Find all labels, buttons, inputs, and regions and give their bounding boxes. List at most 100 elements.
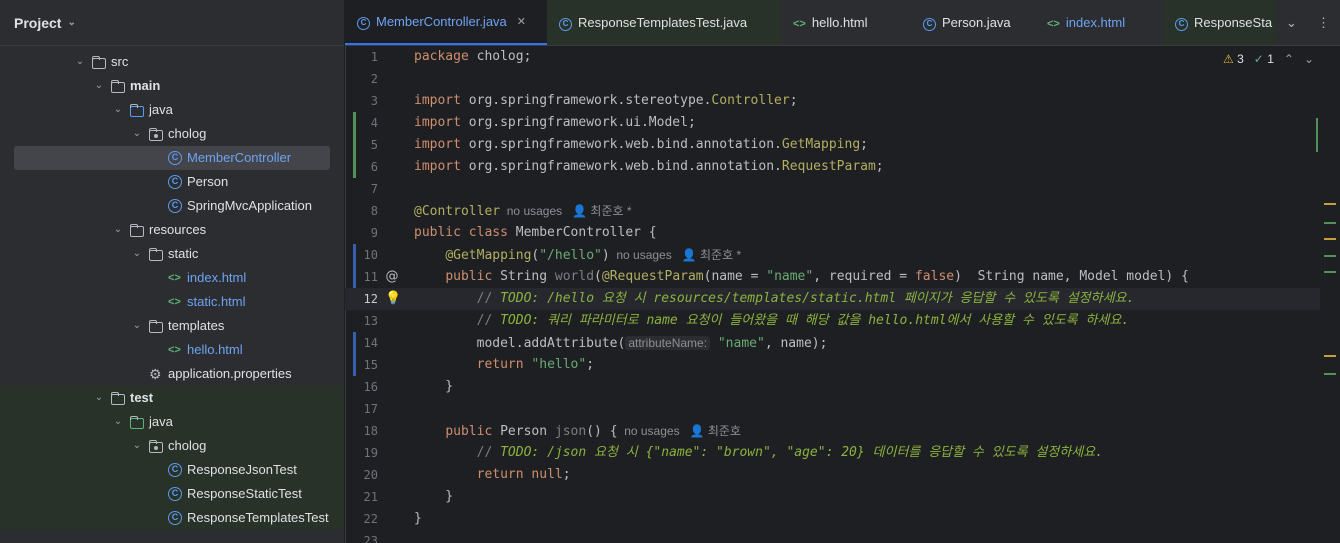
expand-arrow-icon[interactable]: ⌄ xyxy=(131,434,143,458)
expand-arrow-icon[interactable]: ⌄ xyxy=(112,218,124,242)
vcs-change-marker[interactable] xyxy=(353,332,356,354)
code-line[interactable]: 2 xyxy=(345,68,1320,90)
code-token[interactable]: no usages xyxy=(500,204,572,218)
code-line[interactable]: 3 import org.springframework.stereotype.C… xyxy=(345,90,1320,112)
tree-item[interactable]: C ResponseJsonTest xyxy=(0,458,344,482)
code-line[interactable]: 17 xyxy=(345,398,1320,420)
expand-arrow-icon[interactable]: ⌄ xyxy=(112,98,124,122)
more-options-icon[interactable]: ⋮ xyxy=(1317,15,1330,31)
vcs-change-marker[interactable] xyxy=(353,266,356,288)
code-token[interactable]: no usages xyxy=(610,248,682,262)
tree-item[interactable]: <> static.html xyxy=(0,290,344,314)
code-line[interactable]: 4 import org.springframework.ui.Model; xyxy=(345,112,1320,134)
line-number[interactable]: 13 xyxy=(345,310,378,332)
line-number[interactable]: 5 xyxy=(345,134,378,156)
line-number[interactable]: 12 xyxy=(345,288,378,310)
line-number[interactable]: 17 xyxy=(345,398,378,420)
tree-item[interactable]: C Person xyxy=(0,170,344,194)
tree-item[interactable]: <> index.html xyxy=(0,266,344,290)
editor-tab[interactable]: <> index.html xyxy=(1035,0,1163,45)
tree-item[interactable]: C SpringMvcApplication xyxy=(0,194,344,218)
tree-item[interactable]: C ResponseTemplatesTest xyxy=(0,506,344,530)
tree-item[interactable]: ⌄ test xyxy=(0,386,344,410)
line-number[interactable]: 20 xyxy=(345,464,378,486)
expand-arrow-icon[interactable]: ⌄ xyxy=(131,122,143,146)
line-number[interactable]: 4 xyxy=(345,112,378,134)
mapping-gutter-icon[interactable]: @ xyxy=(385,266,399,288)
code-line[interactable]: 16 } xyxy=(345,376,1320,398)
code-line[interactable]: 6 import org.springframework.web.bind.ann… xyxy=(345,156,1320,178)
editor-tab[interactable]: C ResponseTemplatesTest.java xyxy=(547,0,781,45)
editor-tab[interactable]: C MemberController.java ✕ xyxy=(345,0,547,45)
code-line[interactable]: 12 💡 // TODO: /hello 요청 시 resources/templ… xyxy=(345,288,1320,310)
expand-arrow-icon[interactable]: ⌄ xyxy=(93,386,105,410)
tab-list-chevron-icon[interactable]: ⌄ xyxy=(1286,15,1297,31)
line-number[interactable]: 16 xyxy=(345,376,378,398)
code-line[interactable]: 9 public class MemberController { xyxy=(345,222,1320,244)
code-line[interactable]: 23 xyxy=(345,530,1320,543)
code-line[interactable]: 15 return "hello"; xyxy=(345,354,1320,376)
vcs-change-marker[interactable] xyxy=(353,112,356,134)
code-editor[interactable]: ⚠ 3 ✓ 1 ⌃ ⌄ 1 package cholog; 2 3 import org… xyxy=(345,46,1340,543)
code-line[interactable]: 22} xyxy=(345,508,1320,530)
line-number[interactable]: 19 xyxy=(345,442,378,464)
code-line[interactable]: 11 @ public String world(@RequestParam(na… xyxy=(345,266,1320,288)
tree-item[interactable]: ⌄ resources xyxy=(0,218,344,242)
editor-tab[interactable]: C Person.java xyxy=(911,0,1035,45)
line-number[interactable]: 1 xyxy=(345,46,378,68)
editor-tab[interactable]: C ResponseSta xyxy=(1163,0,1283,45)
vcs-change-marker[interactable] xyxy=(353,156,356,178)
line-number[interactable]: 11 xyxy=(345,266,378,288)
line-number[interactable]: 10 xyxy=(345,244,378,266)
close-icon[interactable]: ✕ xyxy=(517,15,526,28)
expand-arrow-icon[interactable]: ⌄ xyxy=(131,314,143,338)
expand-arrow-icon[interactable]: ⌄ xyxy=(74,50,86,74)
tree-item[interactable]: C ResponseStaticTest xyxy=(0,482,344,506)
line-number[interactable]: 6 xyxy=(345,156,378,178)
code-line[interactable]: 10 @GetMapping("/hello") no usages 👤 최준호… xyxy=(345,244,1320,266)
expand-arrow-icon[interactable]: ⌄ xyxy=(93,74,105,98)
code-line[interactable]: 14 model.addAttribute(attributeName: "na… xyxy=(345,332,1320,354)
line-number[interactable]: 15 xyxy=(345,354,378,376)
tree-item[interactable]: ⌄ java xyxy=(0,98,344,122)
tree-item[interactable]: <> hello.html xyxy=(0,338,344,362)
line-number[interactable]: 14 xyxy=(345,332,378,354)
code-line[interactable]: 18 public Person json() { no usages 👤 최준… xyxy=(345,420,1320,442)
line-number[interactable]: 2 xyxy=(345,68,378,90)
vcs-change-marker[interactable] xyxy=(353,244,356,266)
tree-item[interactable]: ⚙ application.properties xyxy=(0,362,344,386)
line-number[interactable]: 3 xyxy=(345,90,378,112)
line-number[interactable]: 8 xyxy=(345,200,378,222)
code-token[interactable]: no usages xyxy=(618,424,690,438)
code-line[interactable]: 1 package cholog; xyxy=(345,46,1320,68)
line-number[interactable]: 21 xyxy=(345,486,378,508)
code-line[interactable]: 7 xyxy=(345,178,1320,200)
vcs-change-marker[interactable] xyxy=(353,354,356,376)
code-line[interactable]: 13 // TODO: 쿼리 파라미터로 name 요청이 들어왔을 때 해당 … xyxy=(345,310,1320,332)
tree-item[interactable]: ⌄ static xyxy=(0,242,344,266)
code-token[interactable]: 👤 최준호 * xyxy=(682,248,741,262)
tree-item[interactable]: C MemberController xyxy=(0,146,344,170)
vcs-change-marker[interactable] xyxy=(353,134,356,156)
tree-item[interactable]: ⌄ cholog xyxy=(0,434,344,458)
error-stripe[interactable] xyxy=(1322,46,1336,543)
tree-item[interactable]: ⌄ cholog xyxy=(0,122,344,146)
tree-item[interactable]: ⌄ java xyxy=(0,410,344,434)
code-line[interactable]: 20 return null; xyxy=(345,464,1320,486)
tree-item[interactable]: ⌄ src xyxy=(0,50,344,74)
code-token[interactable]: 👤 최준호 xyxy=(690,424,741,438)
line-number[interactable]: 9 xyxy=(345,222,378,244)
expand-arrow-icon[interactable]: ⌄ xyxy=(131,242,143,266)
code-line[interactable]: 21 } xyxy=(345,486,1320,508)
code-token[interactable]: 👤 최준호 * xyxy=(572,204,631,218)
line-number[interactable]: 23 xyxy=(345,530,378,543)
project-header[interactable]: Project ⌄ xyxy=(0,0,344,46)
line-number[interactable]: 7 xyxy=(345,178,378,200)
lightbulb-icon[interactable]: 💡 xyxy=(385,288,401,310)
editor-tab[interactable]: <> hello.html xyxy=(781,0,911,45)
expand-arrow-icon[interactable]: ⌄ xyxy=(112,410,124,434)
code-line[interactable]: 5 import org.springframework.web.bind.ann… xyxy=(345,134,1320,156)
tree-item[interactable]: ⌄ templates xyxy=(0,314,344,338)
line-number[interactable]: 22 xyxy=(345,508,378,530)
code-line[interactable]: 19 // TODO: /json 요청 시 {"name": "brown",… xyxy=(345,442,1320,464)
